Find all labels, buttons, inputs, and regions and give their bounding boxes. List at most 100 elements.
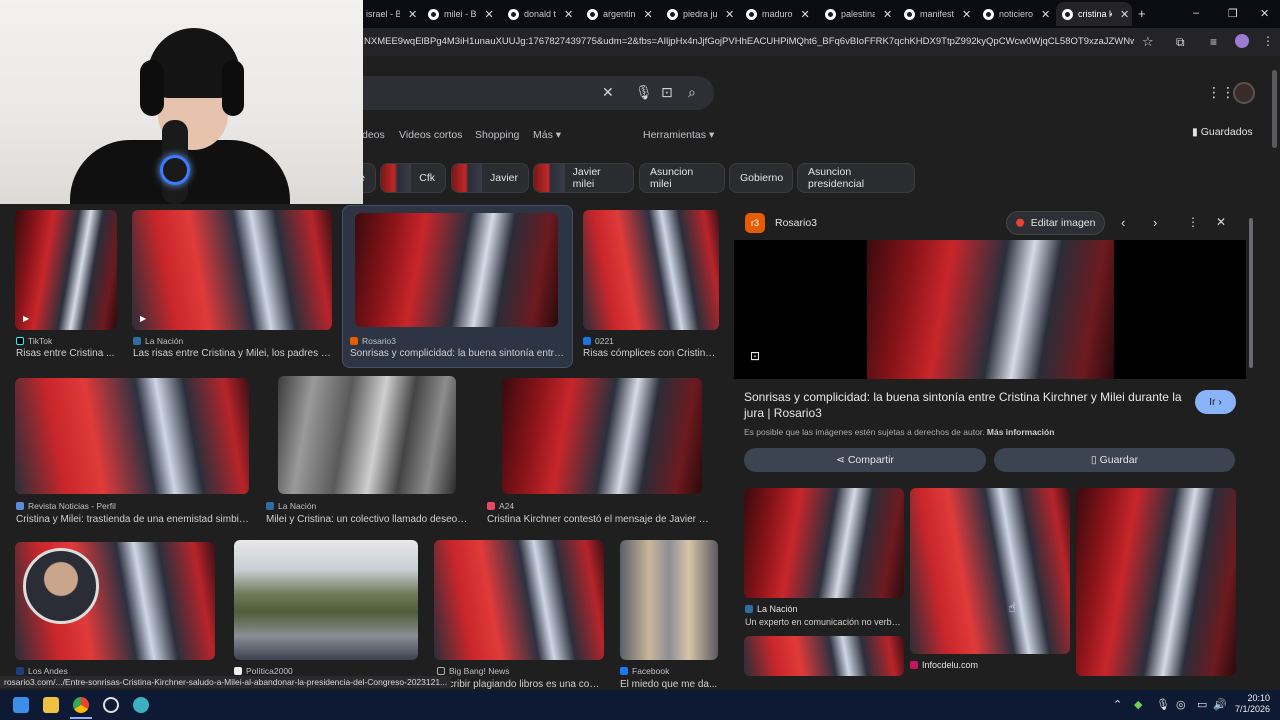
result-source-1[interactable]: TikTok [16, 336, 52, 346]
more-options-icon[interactable]: ⋮ [1187, 215, 1199, 229]
address-bar[interactable]: NXMEE9wqElBPg4M3iH1unauXUUJg:17678274397… [364, 36, 1134, 47]
nav-shopping[interactable]: Shopping [475, 129, 519, 141]
result-title-6[interactable]: Milei y Cristina: un colectivo llamado d… [266, 514, 468, 525]
tab-palestina[interactable]: palestina ✕ [819, 2, 897, 26]
result-image-2[interactable]: ▶ [132, 210, 332, 330]
result-title-10[interactable]: Escribir plagiando libros es una cos... [437, 679, 602, 690]
nav-videos-cortos[interactable]: Videos cortos [399, 129, 462, 141]
chip-asuncion-milei[interactable]: Asuncion milei [639, 163, 725, 193]
mic-icon[interactable]: 🎙 [635, 84, 653, 101]
search-input[interactable] [340, 76, 714, 110]
result-image-9[interactable] [234, 540, 418, 660]
next-icon[interactable]: › [1153, 215, 1157, 230]
result-image-7[interactable] [502, 378, 702, 494]
chip-javier[interactable]: Javier [451, 163, 529, 193]
apps-icon[interactable]: ⋮⋮ [1207, 84, 1235, 101]
result-source-7[interactable]: A24 [487, 501, 514, 511]
saved-link[interactable]: ▮ Guardados [1192, 126, 1253, 138]
tab-noticiero[interactable]: noticiero ✕ [977, 2, 1055, 26]
close-icon[interactable]: ✕ [801, 8, 810, 21]
more-info-link[interactable]: Más información [987, 427, 1055, 437]
chip-cfk[interactable]: Cfk [380, 163, 446, 193]
panel-scrollbar[interactable] [1249, 218, 1253, 368]
tray-mic-icon[interactable]: 🎙 [1156, 698, 1170, 711]
app-icon[interactable] [133, 697, 149, 713]
tab-maduro[interactable]: maduro ✕ [740, 2, 818, 26]
result-image-5[interactable] [15, 378, 249, 494]
tab-donald[interactable]: donald t ✕ [502, 2, 580, 26]
result-image-4[interactable] [583, 210, 719, 330]
result-source-5[interactable]: Revista Noticias - Perfil [16, 501, 116, 511]
result-title-5[interactable]: Cristina y Milei: trastienda de una enem… [16, 514, 250, 525]
related-title-1[interactable]: Un experto en comunicación no verbal... [745, 617, 905, 627]
result-image-1[interactable]: ▶ [15, 210, 117, 330]
result-source-9[interactable]: Política2000 [234, 666, 293, 676]
profile-avatar[interactable] [1235, 34, 1249, 48]
lens-icon[interactable]: ⊡ [750, 349, 760, 363]
result-title-7[interactable]: Cristina Kirchner contestó el mensaje de… [487, 514, 717, 525]
result-image-8[interactable] [15, 542, 215, 660]
related-image-4[interactable] [1076, 488, 1236, 676]
preview-image[interactable] [867, 240, 1114, 379]
result-title-4[interactable]: Risas cómplices con Cristina... [583, 348, 719, 359]
tray-app-icon[interactable]: ◆ [1134, 698, 1142, 711]
close-icon[interactable]: ✕ [962, 8, 971, 21]
close-icon[interactable]: ✕ [725, 8, 734, 21]
clock[interactable]: 20:10 7/1/2026 [1234, 693, 1270, 715]
result-source-10[interactable]: Big Bang! News [437, 666, 509, 676]
save-button[interactable]: ▯ Guardar [994, 448, 1235, 472]
scrollbar[interactable] [1272, 70, 1277, 148]
close-icon[interactable]: ✕ [1120, 8, 1129, 21]
related-image-3[interactable] [744, 636, 904, 676]
restore-button[interactable]: ❐ [1228, 7, 1238, 20]
close-icon[interactable]: ✕ [883, 8, 892, 21]
result-source-8[interactable]: Los Andes [16, 666, 68, 676]
chip-gobierno[interactable]: Gobierno [729, 163, 793, 193]
search-icon[interactable]: ⌕ [688, 84, 696, 101]
tab-manifest[interactable]: manifest ✕ [898, 2, 976, 26]
result-image-3[interactable] [355, 213, 558, 327]
nav-videos[interactable]: deos [362, 129, 385, 141]
share-button[interactable]: ⋖ Compartir [744, 448, 986, 472]
result-image-6[interactable] [278, 376, 456, 494]
result-source-3[interactable]: Rosario3 [350, 336, 396, 346]
tab-israel[interactable]: israel - B ✕ [360, 2, 422, 26]
close-icon[interactable]: ✕ [1041, 8, 1050, 21]
tab-milei[interactable]: milei - B ✕ [422, 2, 500, 26]
related-image-2[interactable] [910, 488, 1070, 654]
extension-icon[interactable]: ⧉ [1176, 35, 1185, 50]
panel-title[interactable]: Sonrisas y complicidad: la buena sintoní… [744, 389, 1184, 421]
new-tab-button[interactable]: + [1138, 6, 1146, 21]
chrome-icon[interactable] [73, 697, 89, 713]
tab-cristina[interactable]: cristina k ✕ [1056, 2, 1132, 26]
tray-network-icon[interactable]: ▭ [1197, 698, 1207, 711]
result-title-1[interactable]: Risas entre Cristina ... [16, 348, 118, 359]
edit-image-button[interactable]: ⬣ Editar imagen [1006, 211, 1105, 235]
nav-mas[interactable]: Más ▾ [533, 129, 561, 141]
close-icon[interactable]: ✕ [644, 8, 653, 21]
result-title-3[interactable]: Sonrisas y complicidad: la buena sintoní… [350, 348, 566, 359]
related-image-1[interactable] [744, 488, 904, 598]
close-icon[interactable]: ✕ [564, 8, 573, 21]
nav-herramientas[interactable]: Herramientas ▾ [643, 129, 714, 141]
panel-source[interactable]: Rosario3 [775, 217, 817, 229]
lens-icon[interactable]: ⊡ [661, 84, 673, 101]
clear-icon[interactable]: ✕ [602, 84, 614, 101]
minimize-button[interactable]: – [1193, 7, 1199, 19]
windows-start-icon[interactable] [13, 697, 29, 713]
close-icon[interactable]: ✕ [485, 8, 494, 21]
account-avatar[interactable] [1233, 82, 1255, 104]
tray-security-icon[interactable]: ◎ [1176, 698, 1186, 711]
close-panel-icon[interactable]: ✕ [1216, 215, 1226, 229]
related-source-2[interactable]: Infocdelu.com [910, 660, 978, 670]
result-source-2[interactable]: La Nación [133, 336, 183, 346]
go-button[interactable]: Ir › [1195, 390, 1236, 414]
result-title-11[interactable]: El miedo que me da... [620, 679, 720, 690]
prev-icon[interactable]: ‹ [1121, 215, 1125, 230]
result-source-11[interactable]: Facebook [620, 666, 669, 676]
result-title-2[interactable]: Las risas entre Cristina y Milei, los pa… [133, 348, 333, 359]
result-source-6[interactable]: La Nación [266, 501, 316, 511]
chip-javier-milei[interactable]: Javier milei [533, 163, 634, 193]
window-close-button[interactable]: ✕ [1260, 7, 1269, 20]
related-source-1[interactable]: La Nación [745, 604, 798, 614]
